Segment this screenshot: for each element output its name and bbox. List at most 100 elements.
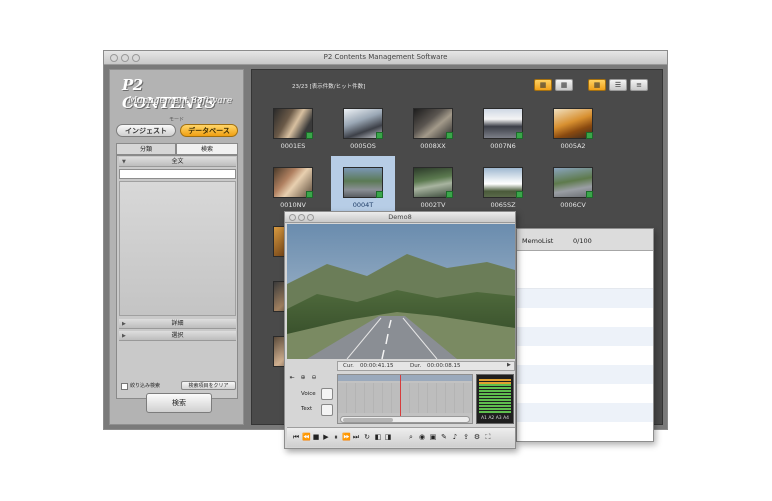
mark-out-icon[interactable]: ◨ [384,433,392,442]
clip-name: 0006CV [560,201,586,209]
duration-label: Dur. [410,363,422,369]
export-icon[interactable]: ⇪ [462,433,470,442]
search-icon[interactable]: ⌕ [407,433,415,442]
search-button[interactable]: 検索 [146,393,212,413]
icon-view-button[interactable]: ▦ [588,79,606,91]
fullscreen-icon[interactable]: ⛶ [484,433,492,442]
section-detail[interactable]: ▶ 詳細 [119,319,236,329]
text-track-label: Text [301,406,313,412]
memo-list-header: MemoList 0/100 [517,229,653,251]
window-title: P2 Contents Management Software [323,53,448,61]
tab-classification[interactable]: 分類 [116,143,176,155]
clip-item[interactable]: 0010NV [266,161,320,215]
memo-list-panel: MemoList 0/100 [516,228,654,442]
clip-item[interactable]: 0007N6 [476,102,530,156]
ingest-mode-button[interactable]: インジェスト [116,124,176,137]
memo-row[interactable] [517,270,653,289]
clip-item[interactable]: 0008XX [406,102,460,156]
memo-row[interactable] [517,289,653,308]
clip-name: 0008XX [420,142,446,150]
refine-search-checkbox[interactable] [121,383,128,390]
memo-row[interactable] [517,403,653,422]
section-select[interactable]: ▶ 選択 [119,331,236,341]
thumbnail-icon[interactable]: ▣ [429,433,437,442]
clip-item[interactable]: 0005OS [336,102,390,156]
clip-name: 0001ES [280,142,306,150]
duration-value: 00:00:08.15 [427,363,461,369]
player-titlebar[interactable]: Demo8 [285,212,515,223]
timeline-track[interactable] [338,383,472,413]
clip-item-selected[interactable]: 0004T [331,156,395,212]
clear-search-button[interactable]: 検索項目をクリア [181,381,236,390]
meter-levels [479,379,511,413]
section-detail-label: 詳細 [171,320,184,327]
settings-icon[interactable]: ⚙ [473,433,481,442]
thumbnail-large-view-button[interactable]: ▦ [534,79,552,91]
clip-status-icon [586,132,593,139]
mode-label: モード [168,117,184,123]
pause-icon[interactable]: ⏸ [332,433,340,442]
zoom-fit-icon[interactable]: ⇤ [287,374,297,382]
clip-name: 0065SZ [490,201,516,209]
clip-item[interactable]: 0006CV [546,161,600,215]
clip-item[interactable]: 0002TV [406,161,460,215]
voice-memo-button[interactable] [321,388,333,400]
timeline-scrollbar[interactable] [340,416,470,423]
database-mode-button[interactable]: データベース [180,124,238,137]
rewind-icon[interactable]: ⏪ [302,433,311,442]
clip-item[interactable]: 0001ES [266,102,320,156]
video-preview[interactable] [287,224,515,359]
text-memo-button[interactable] [321,404,333,416]
current-time-label: Cur. [343,363,354,369]
fast-forward-icon[interactable]: ⏩ [342,433,351,442]
timeline-ruler [338,375,472,381]
grid-large-icon: ▦ [539,80,547,89]
fulltext-list[interactable] [119,181,236,316]
memo-list-label: MemoList [522,237,554,245]
clip-name: 0002TV [420,201,446,209]
result-count: 23/23 [表示件数/ヒット件数] [292,84,366,90]
mark-in-icon[interactable]: ◧ [374,433,382,442]
playhead[interactable] [400,375,401,417]
loop-icon[interactable]: ↻ [363,433,371,442]
play-icon[interactable]: ▶ [322,433,330,442]
thumbnail-small-view-button[interactable]: ▦ [555,79,573,91]
go-to-start-icon[interactable]: ⏮ [292,433,300,442]
timeline-scroll-thumb[interactable] [343,418,393,422]
audio-icon[interactable]: ♪ [451,433,459,442]
app-logo: P2 CONTENTS Management Software [122,76,234,114]
disclosure-down-icon: ▼ [122,159,126,165]
shot-mark-icon[interactable]: ◉ [418,433,426,442]
memo-row[interactable] [517,346,653,365]
transport-bar: ⏮ ⏪ ■ ▶ ⏸ ⏩ ⏭ ↻ ◧ ◨ ⌕ ◉ ▣ ✎ ♪ ⇪ ⚙ ⛶ [287,427,515,447]
list-view-button[interactable]: ≡ [630,79,648,91]
clip-status-icon [446,132,453,139]
timeline[interactable] [337,374,473,424]
disclosure-right-icon: ▶ [122,321,126,327]
memo-row[interactable] [517,365,653,384]
section-fulltext[interactable]: ▼ 全文 [119,157,236,167]
section-select-label: 選択 [171,332,184,339]
window-titlebar[interactable]: P2 Contents Management Software [104,51,667,65]
clip-name: 0005A2 [560,142,586,150]
memo-icon[interactable]: ✎ [440,433,448,442]
memo-row[interactable] [517,251,653,270]
clip-status-icon [306,191,313,198]
clip-status-icon [516,191,523,198]
section-fulltext-label: 全文 [171,158,184,165]
fulltext-input[interactable] [119,169,236,179]
clip-item[interactable]: 0005A2 [546,102,600,156]
memo-row[interactable] [517,422,653,441]
go-to-end-icon[interactable]: ⏭ [352,433,360,442]
voice-track-label: Voice [301,391,316,397]
zoom-out-icon[interactable]: ⊖ [309,374,319,382]
memo-row[interactable] [517,308,653,327]
detail-view-button[interactable]: ☰ [609,79,627,91]
clip-item[interactable]: 0065SZ [476,161,530,215]
memo-row[interactable] [517,384,653,403]
memo-row[interactable] [517,327,653,346]
stop-icon[interactable]: ■ [312,433,320,442]
detail-view-icon: ☰ [614,80,622,89]
zoom-in-icon[interactable]: ⊕ [298,374,308,382]
tab-search[interactable]: 検索 [176,143,238,155]
